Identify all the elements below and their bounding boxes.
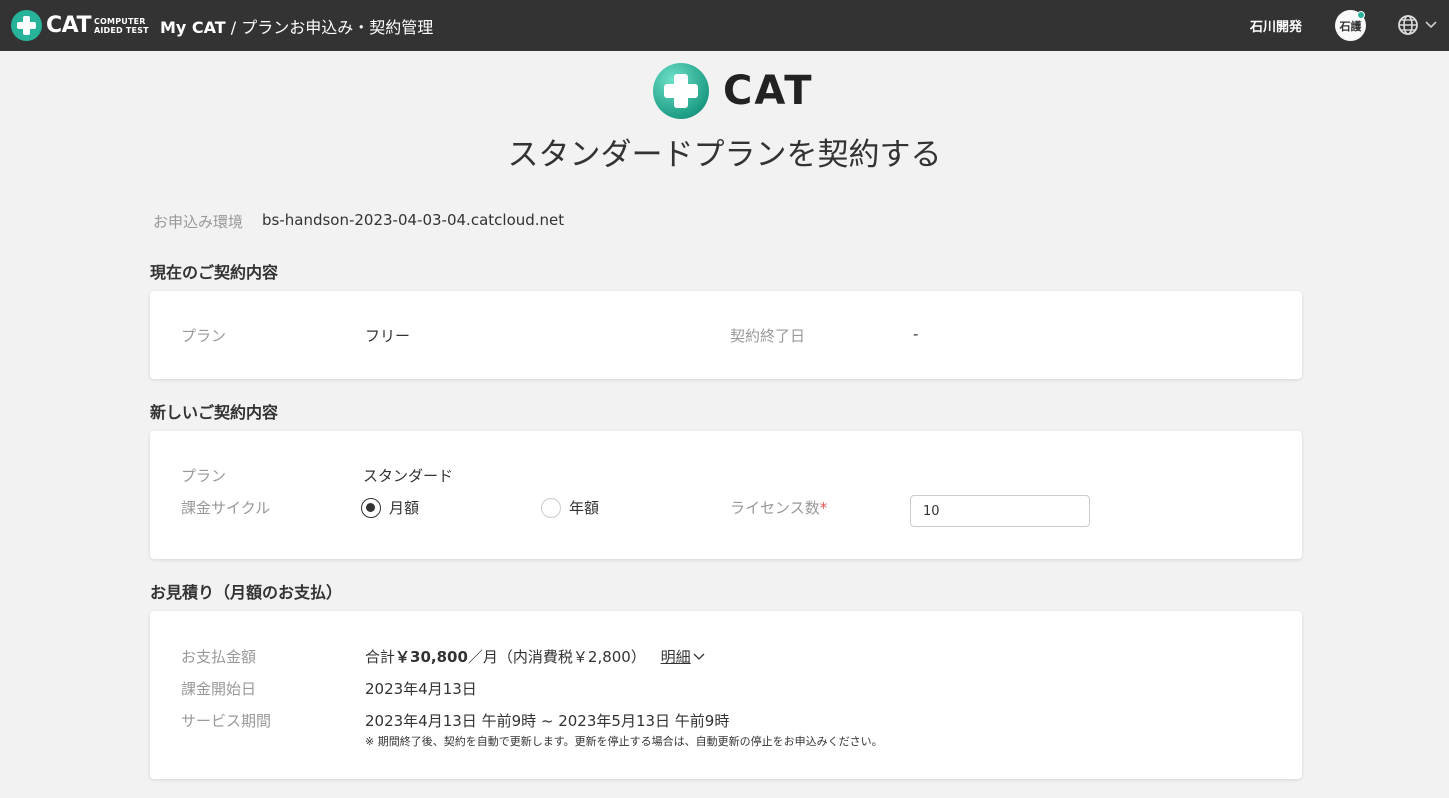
environment-label: お申込み環境: [153, 213, 244, 231]
radio-monthly[interactable]: [361, 497, 381, 518]
avatar[interactable]: 石護: [1335, 10, 1366, 41]
license-count-label: ライセンス数*: [730, 497, 827, 518]
current-plan-label: プラン: [181, 327, 227, 345]
cat-logo-icon: [11, 10, 42, 41]
license-count-input[interactable]: [910, 495, 1090, 527]
hero-logo-icon: [653, 63, 709, 119]
new-contract-title: 新しいご契約内容: [150, 403, 279, 422]
radio-yearly[interactable]: [541, 497, 561, 518]
auto-renewal-note: ※ 期間終了後、契約を自動で更新します。更新を停止する場合は、自動更新の停止をお…: [365, 735, 883, 748]
new-contract-card: プラン スタンダード 課金サイクル 月額 年額 ライセンス数*: [150, 431, 1302, 559]
environment-value: bs-handson-2023-04-03-04.catcloud.net: [262, 211, 565, 229]
user-name[interactable]: 石川開発: [1250, 16, 1302, 35]
logo-word: CAT: [46, 13, 91, 38]
chevron-down-icon: [693, 653, 705, 660]
end-date-label: 契約終了日: [730, 327, 806, 345]
detail-link-label: 明細: [660, 648, 691, 666]
radio-monthly-label: 月額: [389, 499, 420, 517]
new-plan-label: プラン: [181, 467, 227, 485]
estimate-title: お見積り（月額のお支払）: [150, 583, 343, 602]
billing-start-label: 課金開始日: [181, 680, 257, 698]
billing-cycle-monthly[interactable]: 月額: [361, 497, 419, 518]
logo-sub2: AIDED TEST: [93, 25, 149, 35]
license-count-label-text: ライセンス数: [730, 499, 820, 517]
top-bar: CAT COMPUTER AIDED TEST My CAT / プランお申込み…: [0, 0, 1449, 51]
billing-cycle-yearly[interactable]: 年額: [541, 497, 599, 518]
service-period-value: 2023年4月13日 午前9時 ~ 2023年5月13日 午前9時: [365, 712, 730, 730]
radio-yearly-label: 年額: [569, 499, 600, 517]
cat-logo[interactable]: CAT COMPUTER AIDED TEST: [11, 10, 149, 41]
breadcrumb-page: プランお申込み・契約管理: [241, 18, 434, 37]
page-title: スタンダードプランを契約する: [507, 137, 942, 173]
current-contract-title: 現在のご契約内容: [150, 263, 279, 282]
breadcrumb-app[interactable]: My CAT: [160, 18, 226, 37]
breadcrumb: My CAT / プランお申込み・契約管理: [160, 14, 433, 38]
end-date-value: -: [913, 325, 919, 343]
online-status-dot: [1357, 11, 1365, 19]
hero-logo: CAT: [653, 63, 814, 119]
required-mark: *: [819, 499, 828, 517]
detail-link[interactable]: 明細: [661, 648, 705, 666]
breadcrumb-separator: /: [225, 18, 242, 37]
avatar-text: 石護: [1339, 19, 1362, 33]
payment-amount: 合計￥30,800／月（内消費税￥2,800） 明細: [365, 646, 705, 667]
hero-logo-word: CAT: [723, 68, 814, 114]
new-plan-value: スタンダード: [363, 467, 454, 485]
billing-cycle-label: 課金サイクル: [181, 499, 271, 517]
current-contract-card: プラン フリー 契約終了日 -: [150, 291, 1302, 379]
amount-suffix: ／月（内消費税￥2,800）: [467, 648, 646, 666]
service-period-label: サービス期間: [181, 712, 272, 730]
logo-sub1: COMPUTER: [93, 16, 146, 26]
chevron-down-icon[interactable]: [1424, 17, 1438, 31]
payment-amount-label: お支払金額: [181, 648, 257, 666]
current-plan-value: フリー: [365, 327, 411, 345]
amount-prefix: 合計: [365, 648, 396, 666]
logo-subtitle: COMPUTER AIDED TEST: [94, 17, 149, 35]
globe-icon[interactable]: [1397, 14, 1419, 36]
billing-start-value: 2023年4月13日: [365, 680, 477, 698]
estimate-card: お支払金額 合計￥30,800／月（内消費税￥2,800） 明細 課金開始日 2…: [150, 611, 1302, 779]
amount-value: ￥30,800: [395, 648, 468, 666]
